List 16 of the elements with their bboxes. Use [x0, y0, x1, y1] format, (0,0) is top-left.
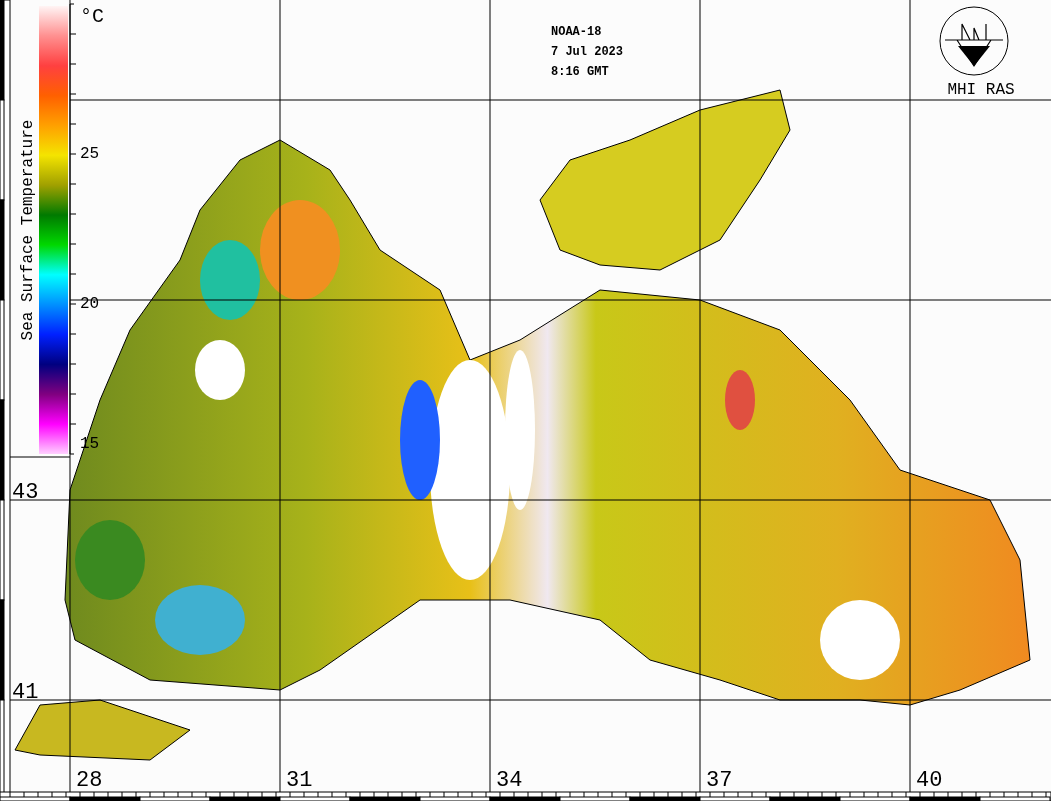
longitude-label: 34: [496, 768, 523, 793]
tick-label: 25: [80, 145, 100, 163]
pass-info-text: 7 Jul 2023: [551, 45, 623, 59]
pass-info-text: 8:16 GMT: [551, 65, 609, 79]
longitude-label: 40: [916, 768, 943, 793]
pass-info-text: NOAA-18: [551, 25, 602, 39]
longitude-label: 37: [706, 768, 733, 793]
latitude-label: 41: [12, 680, 39, 705]
unit-label: °C: [80, 5, 104, 28]
institute-logo-icon: [939, 6, 1009, 76]
tick-label: 20: [80, 295, 100, 313]
latitude-label: 43: [12, 480, 39, 505]
logo-label: MHI RAS: [947, 81, 1015, 99]
colorbar-title: Sea Surface Temperature: [19, 119, 37, 341]
longitude-label: 28: [76, 768, 103, 793]
longitude-label: 31: [286, 768, 313, 793]
